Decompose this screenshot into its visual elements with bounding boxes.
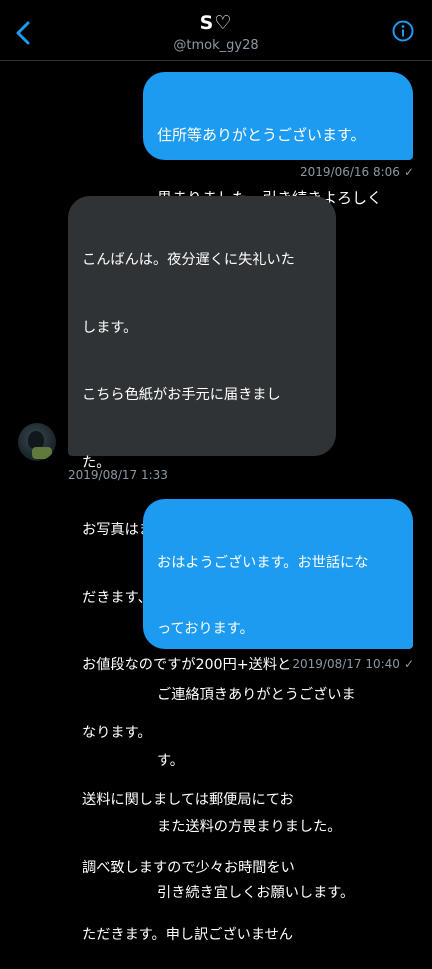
- read-check-icon: ✓: [403, 657, 414, 671]
- timestamp-text: 2019/08/17 10:40: [292, 657, 400, 671]
- message-timestamp: 2019/08/17 10:40 ✓: [292, 657, 414, 671]
- message-bubble-outgoing[interactable]: おはようございます。お世話にな っております。 ご連絡頂きありがとうございま す…: [143, 499, 413, 901]
- message-line: 調べ致しますので少々お時間をい: [82, 859, 295, 876]
- conversation-title[interactable]: S♡: [0, 12, 432, 34]
- message-line: っております。: [157, 621, 254, 637]
- message-line: なります。: [82, 724, 152, 741]
- conversation-handle: @tmok_gy28: [173, 38, 259, 53]
- sender-avatar[interactable]: [18, 423, 56, 461]
- message-line: おはようございます。お世話にな: [157, 555, 369, 571]
- message-line: こんばんは。夜分遅くに失礼いた: [82, 252, 295, 268]
- message-bubble-outgoing[interactable]: 住所等ありがとうございます。 畏まりました。引き続きよろしく お願いします。: [143, 72, 413, 270]
- conversation-header: S♡ @tmok_gy28: [0, 0, 432, 61]
- message-line: します。: [82, 319, 138, 336]
- message-line: こちら色紙がお手元に届きまし: [82, 387, 281, 403]
- message-timestamp: 2019/08/17 1:33: [68, 468, 168, 482]
- timestamp-text: 2019/06/16 8:06: [300, 165, 400, 179]
- message-line: す。: [157, 753, 184, 769]
- message-line: ご連絡頂きありがとうございま: [157, 687, 356, 703]
- message-bubble-incoming[interactable]: こんばんは。夜分遅くに失礼いた します。 こちら色紙がお手元に届きまし た。 お…: [68, 196, 336, 943]
- message-line: 引き続き宜しくお願いします。: [157, 885, 355, 901]
- message-line: また送料の方畏まりました。: [157, 819, 342, 835]
- timestamp-text: 2019/08/17 1:33: [68, 468, 168, 482]
- message-timestamp: 2019/06/16 8:06 ✓: [300, 165, 414, 179]
- message-line: 送料に関しましては郵便局にてお: [82, 792, 294, 808]
- read-check-icon: ✓: [403, 165, 414, 179]
- message-line: ただきます。申し訳ございません: [82, 927, 293, 943]
- info-icon[interactable]: [392, 20, 414, 42]
- message-line: 住所等ありがとうございます。: [157, 126, 366, 144]
- avatar-figure-body: [32, 447, 52, 459]
